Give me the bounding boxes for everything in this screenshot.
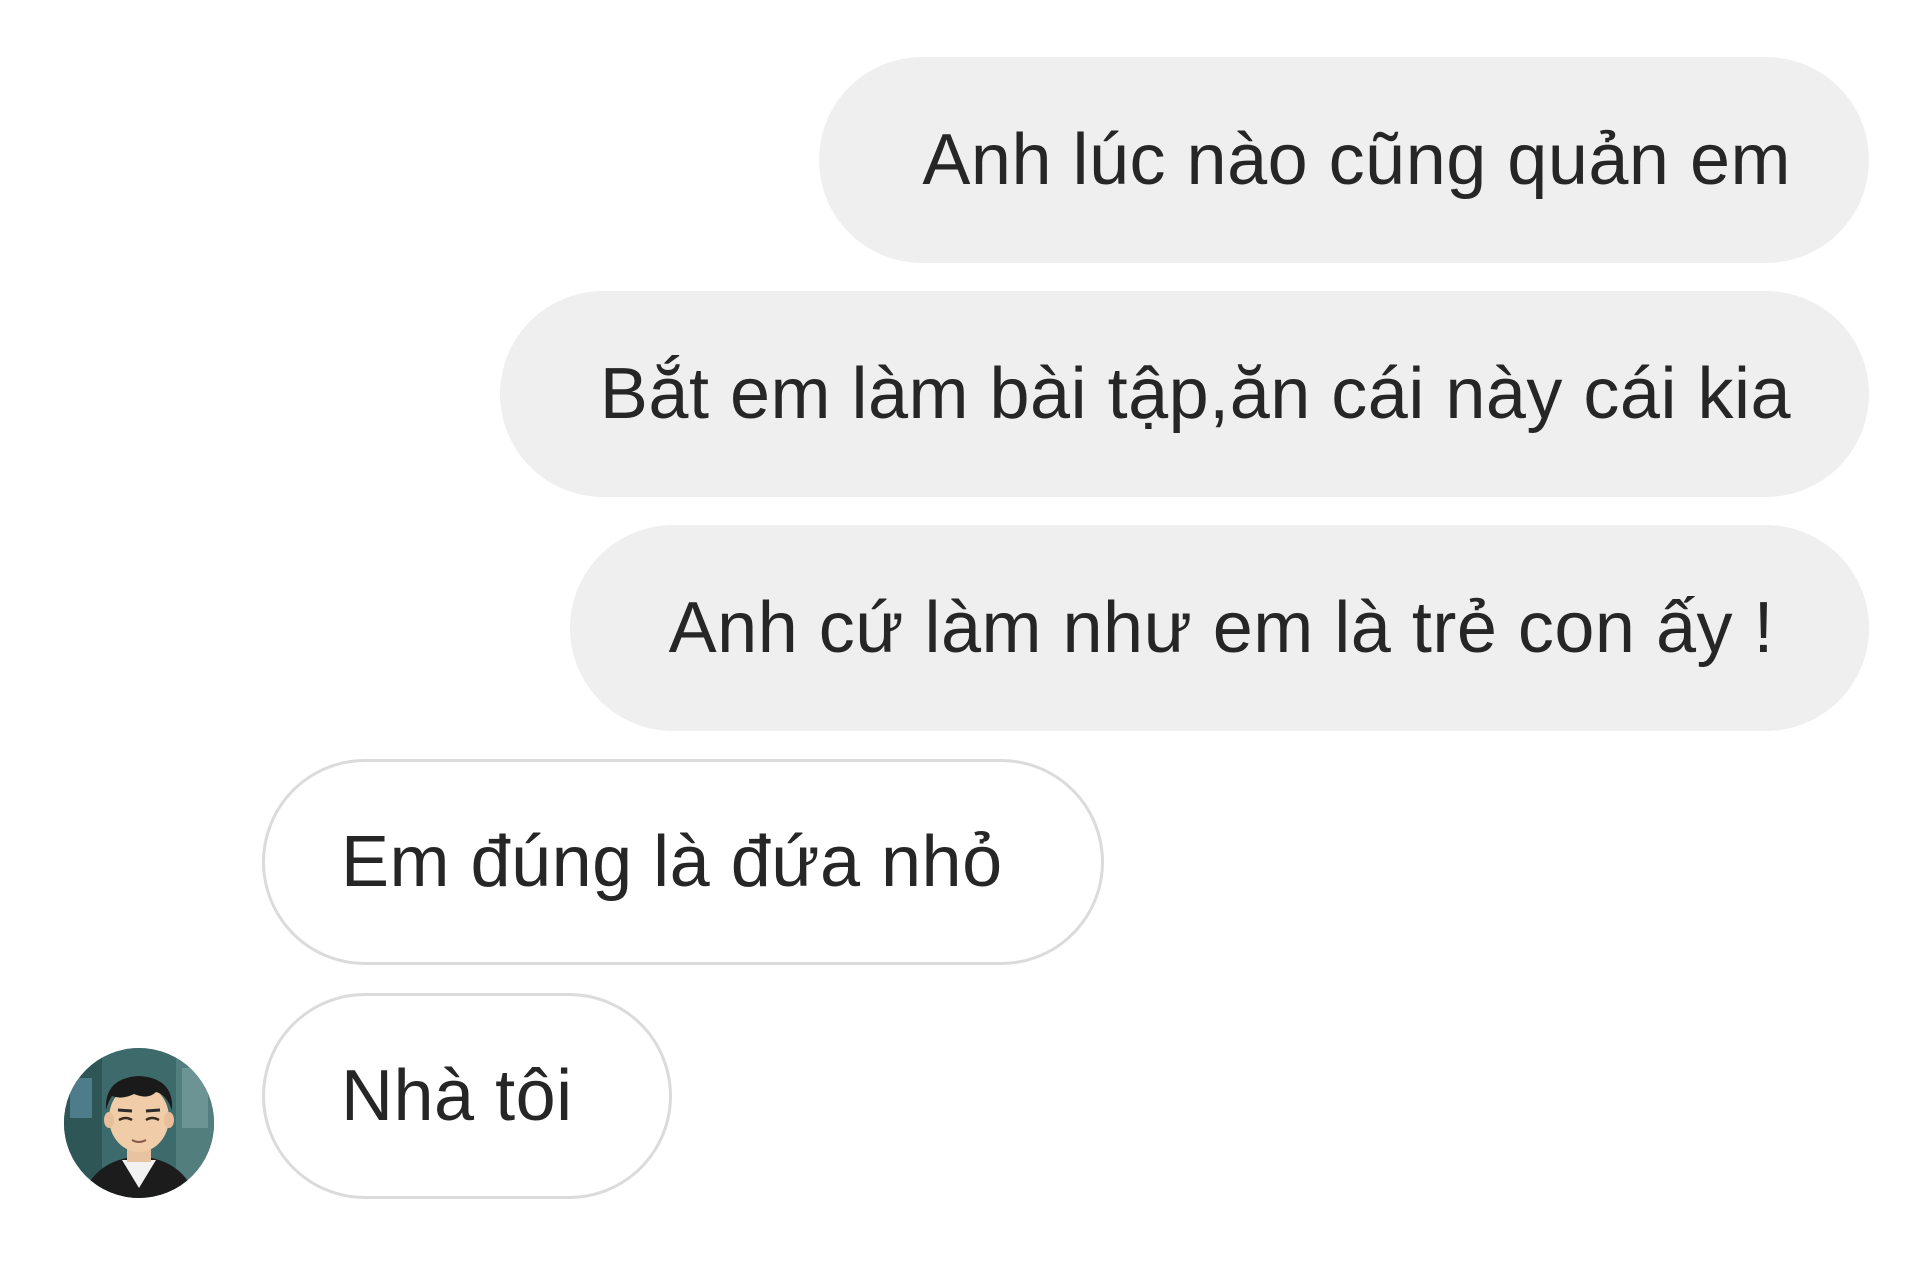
message-text: Em đúng là đứa nhỏ xyxy=(341,822,1003,902)
anime-character-avatar-icon xyxy=(64,1048,214,1198)
outgoing-message-bubble[interactable]: Bắt em làm bài tập,ăn cái này cái kia xyxy=(500,291,1869,497)
message-text: Bắt em làm bài tập,ăn cái này cái kia xyxy=(599,354,1791,434)
message-text: Nhà tôi xyxy=(341,1056,573,1136)
outgoing-message-bubble[interactable]: Anh lúc nào cũng quản em xyxy=(819,57,1869,263)
message-text: Anh cứ làm như em là trẻ con ấy ! xyxy=(668,588,1774,668)
incoming-message-bubble[interactable]: Nhà tôi xyxy=(262,993,672,1199)
message-thread: Anh lúc nào cũng quản em Bắt em làm bài … xyxy=(0,0,1920,1287)
outgoing-message-bubble[interactable]: Anh cứ làm như em là trẻ con ấy ! xyxy=(570,525,1869,731)
incoming-message-bubble[interactable]: Em đúng là đứa nhỏ xyxy=(262,759,1104,965)
contact-avatar[interactable] xyxy=(64,1048,214,1198)
message-text: Anh lúc nào cũng quản em xyxy=(922,120,1791,200)
